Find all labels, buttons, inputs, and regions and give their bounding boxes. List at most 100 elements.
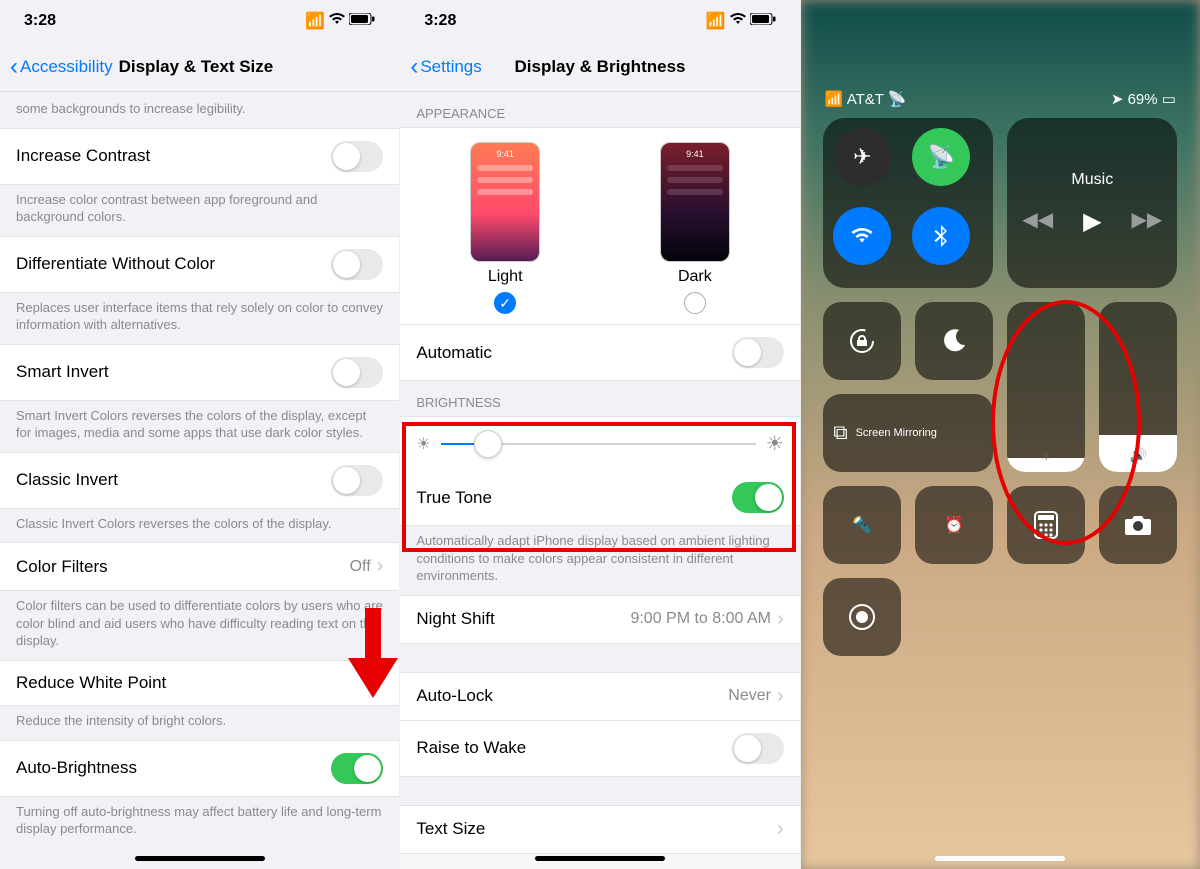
- chevron-right-icon: ›: [777, 818, 784, 841]
- toggle-automatic[interactable]: [732, 337, 784, 368]
- footer-increase-contrast: Increase color contrast between app fore…: [0, 185, 399, 236]
- signal-icon: 📶: [706, 11, 726, 31]
- light-preview: 9:41: [470, 142, 540, 262]
- row-auto-lock[interactable]: Auto-Lock Never›: [400, 672, 799, 721]
- signal-icon: 📶: [305, 11, 325, 31]
- row-detail: 9:00 PM to 8:00 AM: [630, 610, 771, 628]
- connectivity-module[interactable]: ✈︎ 📡: [823, 118, 993, 288]
- location-icon: ➤: [1111, 91, 1128, 108]
- home-indicator[interactable]: [535, 856, 665, 861]
- footer-color-filters: Color filters can be used to differentia…: [0, 591, 399, 660]
- back-label: Settings: [420, 57, 481, 77]
- row-increase-contrast[interactable]: Increase Contrast: [0, 128, 399, 185]
- nav-bar: ‹ Settings Display & Brightness: [400, 42, 799, 92]
- light-label: Light: [488, 268, 523, 286]
- rewind-icon[interactable]: ◀◀: [1022, 207, 1053, 236]
- annotation-red-oval: [991, 300, 1141, 545]
- row-label: Auto-Brightness: [16, 758, 137, 778]
- row-label: Classic Invert: [16, 470, 118, 490]
- radio-light[interactable]: ✓: [494, 292, 516, 314]
- toggle-auto-brightness[interactable]: [331, 753, 383, 784]
- home-indicator[interactable]: [135, 856, 265, 861]
- row-classic-invert[interactable]: Classic Invert: [0, 452, 399, 509]
- screen-control-center: 📶 AT&T 📡 ➤ 69% ▭ ✈︎ 📡 Mu: [801, 0, 1200, 869]
- chevron-left-icon: ‹: [410, 53, 418, 81]
- footer-classic-invert: Classic Invert Colors reverses the color…: [0, 509, 399, 543]
- footer-smart-invert: Smart Invert Colors reverses the colors …: [0, 401, 399, 452]
- screen-accessibility-display: 3:28 📶 ‹ Accessibility Display & Text Si…: [0, 0, 400, 869]
- header-brightness: BRIGHTNESS: [400, 381, 799, 416]
- status-time: 3:28: [424, 12, 456, 30]
- row-smart-invert[interactable]: Smart Invert: [0, 344, 399, 401]
- bluetooth-button[interactable]: [912, 207, 970, 265]
- carrier-label: 📶 AT&T 📡: [825, 90, 907, 108]
- page-title: Display & Text Size: [119, 57, 274, 77]
- row-label: Differentiate Without Color: [16, 254, 215, 274]
- timer-button[interactable]: ⏰: [915, 486, 993, 564]
- settings-list[interactable]: some backgrounds to increase legibility.…: [0, 92, 399, 848]
- dark-label: Dark: [678, 268, 712, 286]
- play-icon[interactable]: ▶: [1083, 207, 1101, 236]
- radio-dark[interactable]: [684, 292, 706, 314]
- row-label: Increase Contrast: [16, 146, 150, 166]
- row-label: Color Filters: [16, 557, 108, 577]
- row-night-shift[interactable]: Night Shift 9:00 PM to 8:00 AM ›: [400, 595, 799, 644]
- row-label: Raise to Wake: [416, 738, 526, 758]
- truncated-footer: some backgrounds to increase legibility.: [0, 92, 399, 128]
- home-indicator[interactable]: [935, 856, 1065, 861]
- row-label: Night Shift: [416, 609, 494, 629]
- row-automatic[interactable]: Automatic: [400, 325, 799, 381]
- row-auto-brightness[interactable]: Auto-Brightness: [0, 740, 399, 797]
- do-not-disturb-button[interactable]: [915, 302, 993, 380]
- battery-icon: ▭: [1162, 91, 1176, 108]
- footer-auto-brightness: Turning off auto-brightness may affect b…: [0, 797, 399, 848]
- chevron-right-icon: ›: [777, 608, 784, 631]
- toggle-classic-invert[interactable]: [331, 465, 383, 496]
- status-bar: 3:28 📶: [400, 0, 799, 42]
- flashlight-button[interactable]: 🔦: [823, 486, 901, 564]
- music-module[interactable]: Music ◀◀ ▶ ▶▶: [1007, 118, 1177, 288]
- toggle-increase-contrast[interactable]: [331, 141, 383, 172]
- mode-dark[interactable]: 9:41 Dark: [600, 142, 790, 314]
- row-differentiate-without-color[interactable]: Differentiate Without Color: [0, 236, 399, 293]
- screen-mirroring-button[interactable]: ⧉ Screen Mirroring: [823, 394, 993, 472]
- row-color-filters[interactable]: Color Filters Off ›: [0, 542, 399, 591]
- music-title: Music: [1071, 171, 1113, 189]
- row-text-size[interactable]: Text Size ›: [400, 805, 799, 854]
- wifi-icon: 📡: [888, 91, 907, 108]
- battery-icon: [750, 12, 776, 30]
- row-detail: Never: [728, 687, 771, 705]
- annotation-arrow: [348, 608, 398, 698]
- screen-mirroring-label: Screen Mirroring: [856, 427, 937, 439]
- screen-record-button[interactable]: [823, 578, 901, 656]
- annotation-red-box: [402, 422, 796, 552]
- nav-bar: ‹ Accessibility Display & Text Size: [0, 42, 399, 92]
- toggle-smart-invert[interactable]: [331, 357, 383, 388]
- status-icons: 📶: [305, 11, 375, 31]
- status-icons: 📶: [706, 11, 776, 31]
- back-button[interactable]: ‹ Settings: [410, 53, 481, 81]
- cellular-data-button[interactable]: 📡: [912, 128, 970, 186]
- forward-icon[interactable]: ▶▶: [1132, 207, 1163, 236]
- wifi-button[interactable]: [833, 207, 891, 265]
- appearance-picker: 9:41 Light ✓ 9:41 Dark: [400, 127, 799, 325]
- header-appearance: APPEARANCE: [400, 92, 799, 127]
- row-detail: Off: [350, 558, 371, 576]
- row-reduce-white-point[interactable]: Reduce White Point: [0, 660, 399, 706]
- back-button[interactable]: ‹ Accessibility: [10, 53, 113, 81]
- preview-clock: 9:41: [471, 149, 539, 159]
- screen-display-brightness: 3:28 📶 ‹ Settings Display & Brightness A…: [400, 0, 800, 869]
- row-raise-to-wake[interactable]: Raise to Wake: [400, 721, 799, 777]
- row-label: Automatic: [416, 343, 492, 363]
- mode-light[interactable]: 9:41 Light ✓: [410, 142, 600, 314]
- toggle-differentiate[interactable]: [331, 249, 383, 280]
- airplane-mode-button[interactable]: ✈︎: [833, 128, 891, 186]
- chevron-right-icon: ›: [377, 555, 384, 578]
- toggle-raise-to-wake[interactable]: [732, 733, 784, 764]
- orientation-lock-button[interactable]: [823, 302, 901, 380]
- status-time: 3:28: [24, 12, 56, 30]
- footer-differentiate: Replaces user interface items that rely …: [0, 293, 399, 344]
- row-label: Auto-Lock: [416, 686, 493, 706]
- cc-status-bar: 📶 AT&T 📡 ➤ 69% ▭: [801, 0, 1200, 118]
- back-label: Accessibility: [20, 57, 113, 77]
